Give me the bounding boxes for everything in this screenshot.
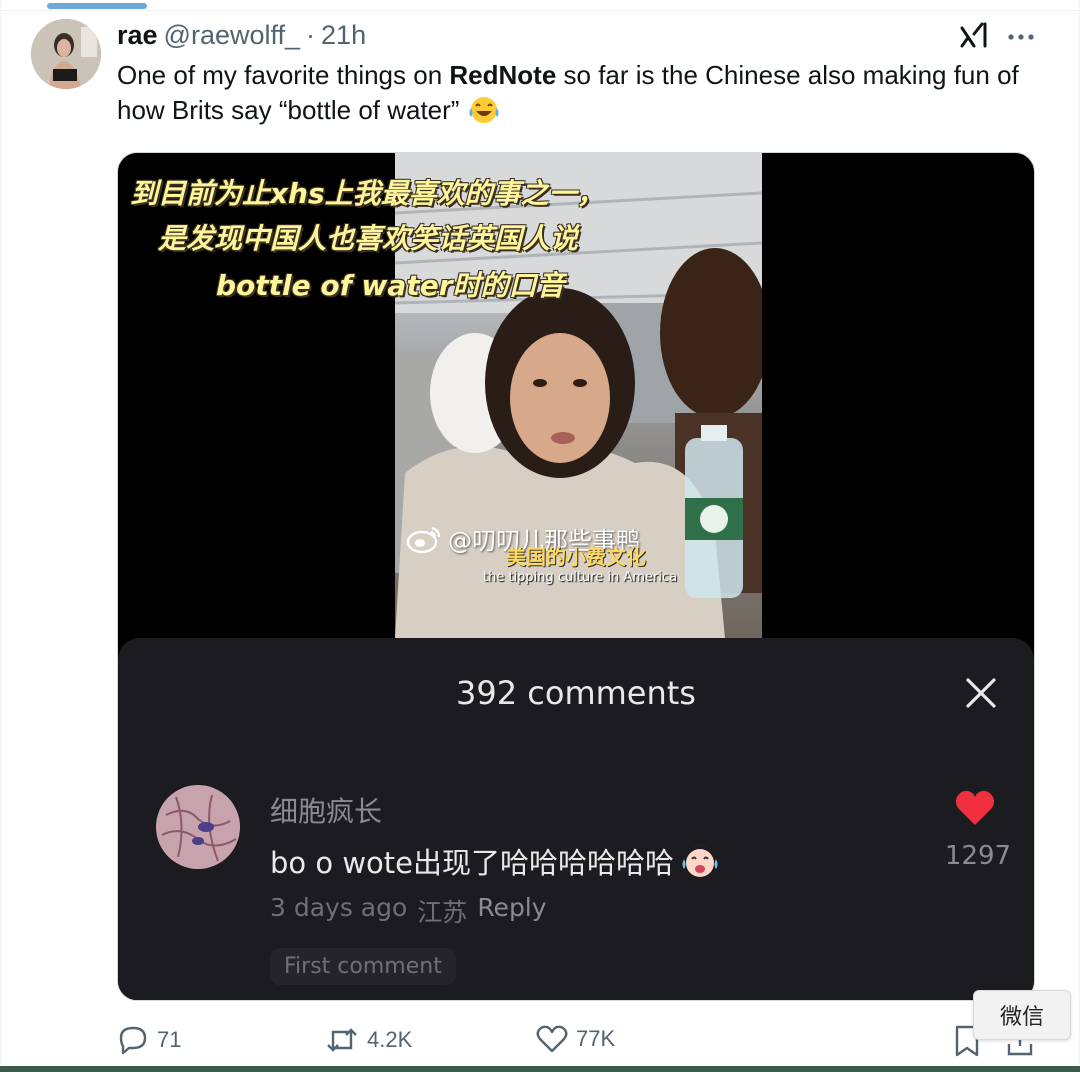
separator-dot: · — [306, 20, 316, 50]
tweet-text-part1: One of my favorite things on — [117, 60, 450, 90]
comment-like-count: 1297 — [944, 841, 1012, 871]
display-name[interactable]: rae — [117, 20, 158, 51]
tweet-time[interactable]: 21h — [321, 20, 366, 51]
tweet-text: One of my favorite things on RedNote so … — [117, 58, 1057, 128]
comments-panel: 392 comments 细胞疯长 bo o wote出现了哈哈哈哈哈哈 3 d… — [118, 638, 1034, 1000]
tweet-text-bold: RedNote — [449, 60, 557, 90]
video-subtitle-cn: 美国的小费文化 — [506, 545, 646, 569]
weibo-icon — [406, 526, 441, 553]
caption-line-2: 是发现中国人也喜欢笑话英国人说 — [158, 222, 579, 255]
comment-location: 江苏 — [417, 898, 468, 927]
video-subtitle-en: the tipping culture in America — [483, 570, 678, 585]
face-with-tears-of-joy-icon — [469, 97, 499, 123]
caption-line-3: bottle of water时的口音 — [216, 269, 565, 302]
repost-count: 4.2K — [367, 1027, 413, 1052]
comment-text: bo o wote出现了哈哈哈哈哈哈 — [270, 840, 722, 882]
caption-line-1: 到目前为止xhs上我最喜欢的事之一， — [130, 177, 605, 210]
comments-count-title: 392 comments — [456, 674, 696, 712]
close-icon[interactable] — [963, 675, 999, 711]
first-comment-badge: First comment — [270, 948, 456, 985]
like-count: 77K — [576, 1026, 616, 1051]
tweet-header: rae @raewolff_ · 21h — [117, 20, 366, 54]
reply-count: 71 — [157, 1027, 182, 1052]
more-icon[interactable] — [1006, 22, 1036, 52]
repost-button[interactable]: 4.2K — [325, 1024, 412, 1056]
grok-icon[interactable] — [958, 20, 990, 52]
like-button[interactable]: 77K — [536, 1024, 615, 1054]
avatar[interactable] — [31, 19, 101, 89]
bottom-strip — [0, 1066, 1080, 1072]
media-attachment[interactable]: 到目前为止xhs上我最喜欢的事之一， 是发现中国人也喜欢笑话英国人说 bottl… — [117, 152, 1035, 1001]
repost-icon — [327, 1028, 357, 1052]
tweet-action-bar: 71 4.2K 77K — [117, 1024, 1057, 1064]
comment-text-body: bo o wote出现了哈哈哈哈哈哈 — [270, 846, 675, 880]
top-divider — [0, 0, 1080, 11]
tweet-card: rae @raewolff_ · 21h One of my favorite … — [0, 0, 1080, 1072]
heart-icon[interactable] — [954, 788, 996, 828]
user-handle[interactable]: @raewolff_ — [164, 20, 300, 51]
commenter-avatar[interactable] — [156, 785, 240, 869]
comment-time: 3 days ago — [270, 893, 408, 922]
wechat-tooltip: 微信 — [973, 990, 1071, 1040]
reply-button[interactable]: 71 — [117, 1024, 181, 1056]
like-icon — [536, 1025, 568, 1053]
tab-indicator — [47, 3, 147, 9]
crying-baby-emoji-icon — [682, 844, 718, 877]
reply-link[interactable]: Reply — [477, 893, 546, 929]
reply-icon — [119, 1026, 147, 1055]
commenter-username[interactable]: 细胞疯长 — [270, 790, 382, 830]
left-divider — [0, 0, 1, 1072]
comment-meta: 3 days ago 江苏 Reply — [270, 893, 547, 929]
